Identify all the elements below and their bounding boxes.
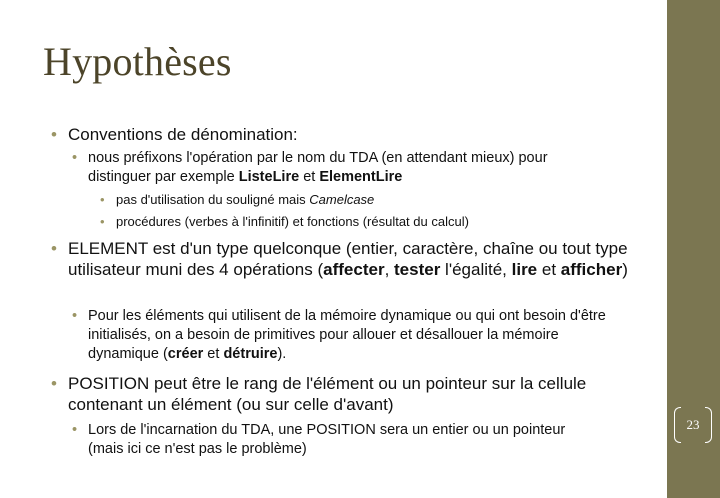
bullet-item: Conventions de dénomination: [68,124,628,145]
bullet-text: Lors de l'incarnation du TDA, une POSITI… [88,422,566,457]
bullet-marker: • [72,308,78,324]
bullet-text: ElementLire [319,169,403,185]
bullet-item: nous préfixons l'opération par le nom du… [88,149,603,187]
slide-title: Hypothèses [43,39,232,84]
bullet-marker: • [100,214,105,229]
bullet-text: créer [167,346,204,362]
bullet-text: POSITION peut être le rang de l'élément … [68,374,587,414]
bullet-marker: • [72,150,78,166]
bullet-text: et [537,260,561,279]
bullet-text: ). [277,346,287,362]
bullet-item: Pour les éléments qui utilisent de la mé… [88,307,608,364]
bullet-text: pas d'utilisation du souligné mais [116,192,310,207]
bullet-marker: • [51,239,57,258]
bullet-text: l'égalité, [440,260,512,279]
bullet-text: et [299,169,320,185]
bullet-item: procédures (verbes à l'infinitif) et fon… [116,213,616,230]
page-number: 23 [672,405,714,445]
slide: Hypothèses • Conventions de dénomination… [0,0,720,498]
bullet-text: détruire [223,346,278,362]
bullet-item: pas d'utilisation du souligné mais Camel… [116,191,616,208]
bracket-left-icon [674,407,681,443]
bullet-text: lire [511,260,538,279]
bullet-item: POSITION peut être le rang de l'élément … [68,373,608,415]
bullet-marker: • [51,374,57,393]
bullet-text: Conventions de dénomination: [68,125,298,144]
bullet-text: afficher [560,260,623,279]
bullet-text: , [384,260,395,279]
bullet-text: affecter [323,260,385,279]
bullet-text: et [203,346,224,362]
bullet-text: ) [622,260,628,279]
bullet-marker: • [100,192,105,207]
bullet-text: tester [394,260,441,279]
bullet-item: ELEMENT est d'un type quelconque (entier… [68,238,633,280]
bullet-text: ListeLire [238,169,300,185]
bullet-text: Pour les éléments qui utilisent de la mé… [88,308,606,362]
page-number-text: 23 [686,417,700,432]
bracket-right-icon [705,407,712,443]
bullet-item: Lors de l'incarnation du TDA, une POSITI… [88,421,588,459]
bullet-text: Camelcase [309,192,375,207]
bullet-text: procédures (verbes à l'infinitif) et fon… [116,214,469,229]
bullet-marker: • [72,422,78,438]
bullet-marker: • [51,125,57,144]
